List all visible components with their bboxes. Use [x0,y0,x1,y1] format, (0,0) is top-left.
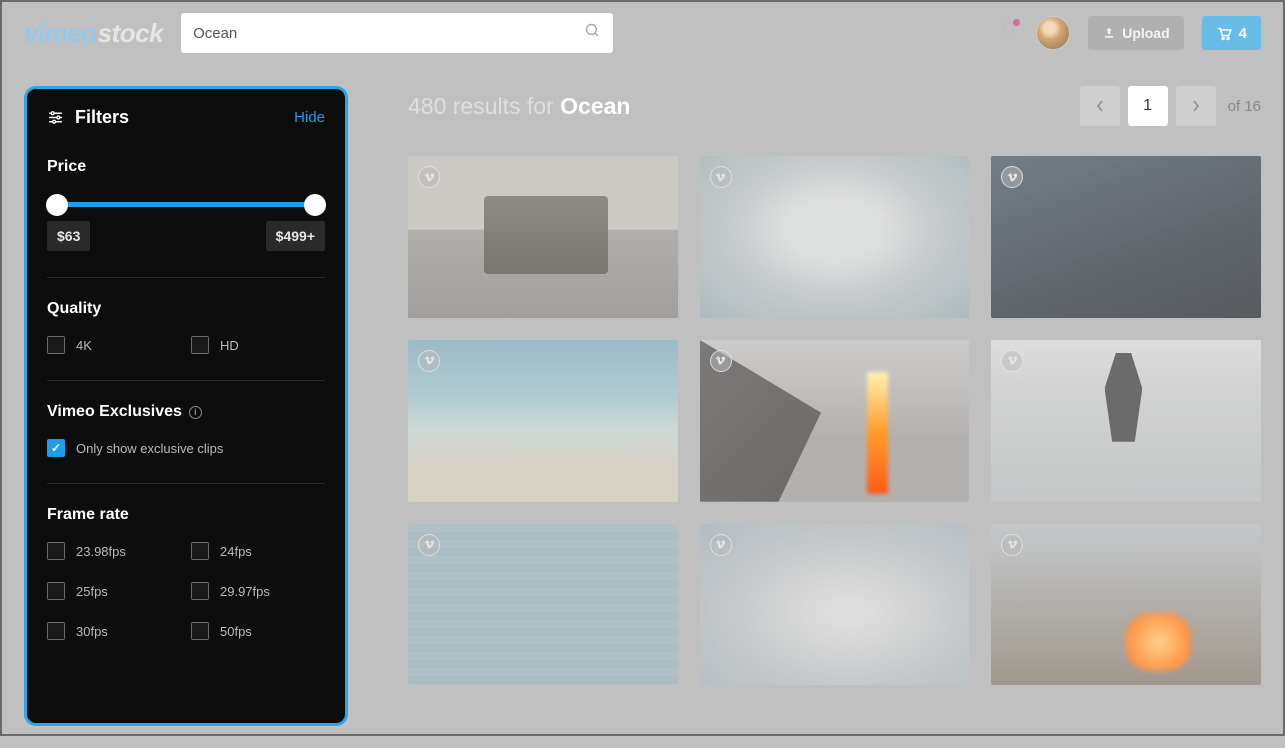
vimeo-badge-icon [710,166,732,188]
filters-panel: Filters Hide Price $63 $499+ Quality 4K [24,86,348,726]
exclusives-label: Only show exclusive clips [76,441,223,456]
pager-next-button[interactable] [1176,86,1216,126]
checkbox-icon [191,336,209,354]
result-card[interactable] [991,340,1261,502]
quality-title: Quality [47,300,325,318]
chevron-left-icon [1096,100,1104,112]
header-right: Upload 4 [998,16,1261,50]
upload-button[interactable]: Upload [1088,16,1183,50]
framerate-option[interactable]: 30fps [47,622,181,640]
framerate-title: Frame rate [47,506,325,524]
price-labels: $63 $499+ [47,221,325,251]
notification-dot [1013,19,1020,26]
checkbox-icon [47,336,65,354]
vimeo-badge-icon [418,166,440,188]
results-grid [408,156,1261,685]
pager-current-page[interactable]: 1 [1128,86,1168,126]
hide-filters-link[interactable]: Hide [294,109,325,126]
app-header: vimeo stock Upload 4 [2,2,1283,64]
checkbox-icon [191,582,209,600]
vimeo-badge-icon [1001,350,1023,372]
result-card[interactable] [991,156,1261,318]
checkbox-icon [47,622,65,640]
notifications-icon[interactable] [998,21,1018,46]
price-slider-min-handle[interactable] [46,194,68,216]
pager-prev-button[interactable] [1080,86,1120,126]
results-header: 480 results for Ocean 1 of 16 [408,86,1261,126]
filters-title: Filters [47,107,129,128]
price-slider[interactable] [57,202,315,207]
results-count: 480 results for Ocean [408,93,630,120]
vimeo-badge-icon [418,350,440,372]
checkbox-icon [191,542,209,560]
price-min: $63 [47,221,90,251]
filter-section-price: Price $63 $499+ [47,158,325,278]
vimeo-badge-icon [1001,166,1023,188]
result-card[interactable] [408,156,678,318]
price-max: $499+ [266,221,325,251]
framerate-option[interactable]: 29.97fps [191,582,325,600]
sliders-icon [47,109,64,126]
search-wrap [181,13,613,53]
search-icon[interactable] [584,22,601,44]
framerate-option[interactable]: 24fps [191,542,325,560]
exclusives-title: Vimeo Exclusives i [47,403,325,421]
logo[interactable]: vimeo stock [24,18,163,49]
result-card[interactable] [991,524,1261,686]
upload-label: Upload [1122,25,1169,41]
framerate-option[interactable]: 50fps [191,622,325,640]
result-card[interactable] [408,340,678,502]
quality-option-hd[interactable]: HD [191,336,325,354]
pager-total: of 16 [1228,98,1261,115]
info-icon[interactable]: i [189,406,202,419]
price-title: Price [47,158,325,176]
checkbox-icon [47,439,65,457]
vimeo-badge-icon [418,534,440,556]
avatar[interactable] [1036,16,1070,50]
cart-count: 4 [1239,25,1247,42]
result-card[interactable] [700,524,970,686]
filters-header: Filters Hide [47,107,325,128]
vimeo-badge-icon [710,534,732,556]
quality-option-4k[interactable]: 4K [47,336,181,354]
checkbox-icon [47,582,65,600]
filter-section-exclusives: Vimeo Exclusives i Only show exclusive c… [47,403,325,484]
results-area: 480 results for Ocean 1 of 16 [408,86,1261,726]
checkbox-icon [191,622,209,640]
framerate-option[interactable]: 25fps [47,582,181,600]
result-card[interactable] [408,524,678,686]
quality-label: HD [220,338,239,353]
cart-icon [1216,26,1233,41]
pager: 1 of 16 [1080,86,1261,126]
framerate-option[interactable]: 23.98fps [47,542,181,560]
filter-section-framerate: Frame rate 23.98fps 24fps 25fps 29.97fps… [47,506,325,640]
checkbox-icon [47,542,65,560]
logo-stock: stock [98,18,163,49]
quality-label: 4K [76,338,92,353]
upload-icon [1102,26,1116,40]
search-input[interactable] [181,13,613,53]
result-card[interactable] [700,156,970,318]
exclusives-option[interactable]: Only show exclusive clips [47,439,325,457]
vimeo-badge-icon [1001,534,1023,556]
vimeo-badge-icon [710,350,732,372]
chevron-right-icon [1192,100,1200,112]
filter-section-quality: Quality 4K HD [47,300,325,381]
logo-vimeo: vimeo [24,18,97,49]
result-card[interactable] [700,340,970,502]
cart-button[interactable]: 4 [1202,16,1261,50]
price-slider-max-handle[interactable] [304,194,326,216]
